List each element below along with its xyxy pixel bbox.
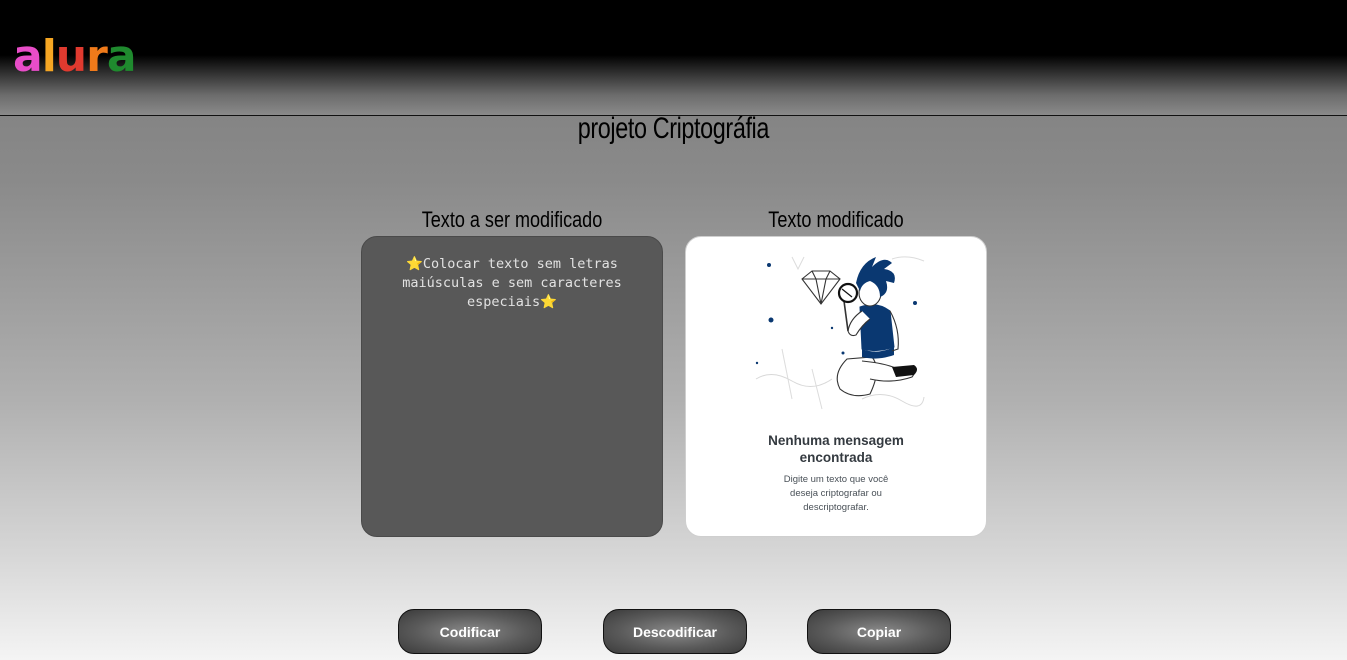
diamond-icon (801, 270, 841, 305)
logo-letter: u (55, 31, 87, 82)
output-column-title: Texto modificado (768, 207, 904, 232)
logo-letter: l (41, 31, 57, 82)
logo-letter: a (13, 31, 43, 82)
header-bar: alura (0, 0, 1347, 116)
logo-letter: r (86, 31, 108, 82)
decode-button[interactable]: Descodificar (603, 609, 747, 654)
page-title: projeto Criptográfia (577, 112, 770, 145)
logo-letter: a (106, 31, 137, 82)
empty-message-title: Nenhuma mensagem encontrada (768, 433, 904, 465)
alura-logo[interactable]: alura (13, 31, 137, 82)
person-searching-illustration (755, 256, 925, 410)
input-column-title: Texto a ser modificado (421, 207, 603, 232)
output-panel: Nenhuma mensagem encontrada Digite um te… (685, 236, 987, 537)
empty-message-text: Digite um texto que você deseja criptogr… (783, 474, 889, 513)
encode-button[interactable]: Codificar (398, 609, 542, 654)
text-input[interactable] (361, 236, 663, 537)
copy-button[interactable]: Copiar (807, 609, 951, 654)
